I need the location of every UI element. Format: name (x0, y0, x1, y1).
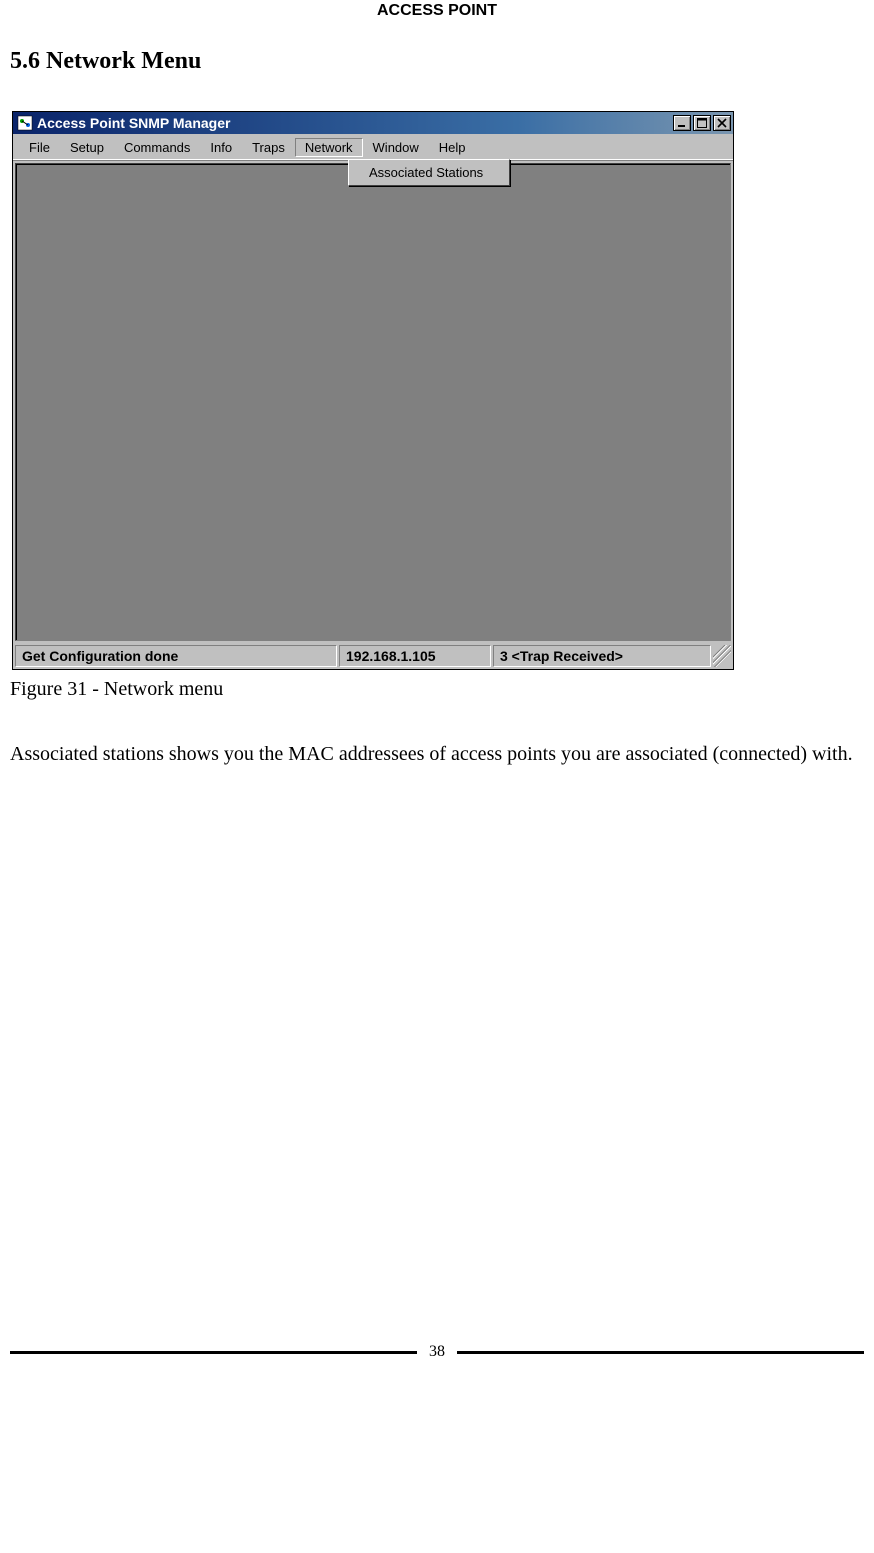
figure-caption: Figure 31 - Network menu (10, 678, 874, 701)
app-window: Access Point SNMP Manager File Setup Com… (12, 111, 734, 670)
status-ip: 192.168.1.105 (339, 645, 491, 667)
menu-item-setup[interactable]: Setup (60, 138, 114, 157)
body-paragraph: Associated stations shows you the MAC ad… (10, 735, 864, 773)
page-footer: 38 (0, 1333, 874, 1363)
menu-bar: File Setup Commands Info Traps Network W… (13, 134, 733, 161)
close-button[interactable] (713, 115, 731, 131)
page-header: ACCESS POINT (0, 0, 874, 20)
menu-item-help[interactable]: Help (429, 138, 476, 157)
menu-item-file[interactable]: File (19, 138, 60, 157)
menu-item-commands[interactable]: Commands (114, 138, 200, 157)
window-title: Access Point SNMP Manager (37, 115, 673, 131)
system-menu-icon[interactable] (17, 115, 33, 131)
status-trap: 3 <Trap Received> (493, 645, 711, 667)
status-bar: Get Configuration done 192.168.1.105 3 <… (13, 643, 733, 669)
title-bar: Access Point SNMP Manager (13, 112, 733, 134)
client-area (15, 163, 731, 641)
maximize-button[interactable] (693, 115, 711, 131)
section-heading: 5.6 Network Menu (10, 48, 874, 75)
menu-item-window[interactable]: Window (363, 138, 429, 157)
menu-item-associated-stations[interactable]: Associated Stations (351, 162, 507, 183)
menu-item-traps[interactable]: Traps (242, 138, 295, 157)
menu-item-info[interactable]: Info (200, 138, 242, 157)
minimize-button[interactable] (673, 115, 691, 131)
status-message: Get Configuration done (15, 645, 337, 667)
page-number: 38 (429, 1343, 445, 1361)
menu-item-network[interactable]: Network (295, 138, 363, 157)
footer-rule-right (457, 1351, 864, 1354)
footer-rule-left (10, 1351, 417, 1354)
resize-grip-icon[interactable] (713, 645, 731, 667)
network-dropdown: Associated Stations (348, 159, 510, 186)
